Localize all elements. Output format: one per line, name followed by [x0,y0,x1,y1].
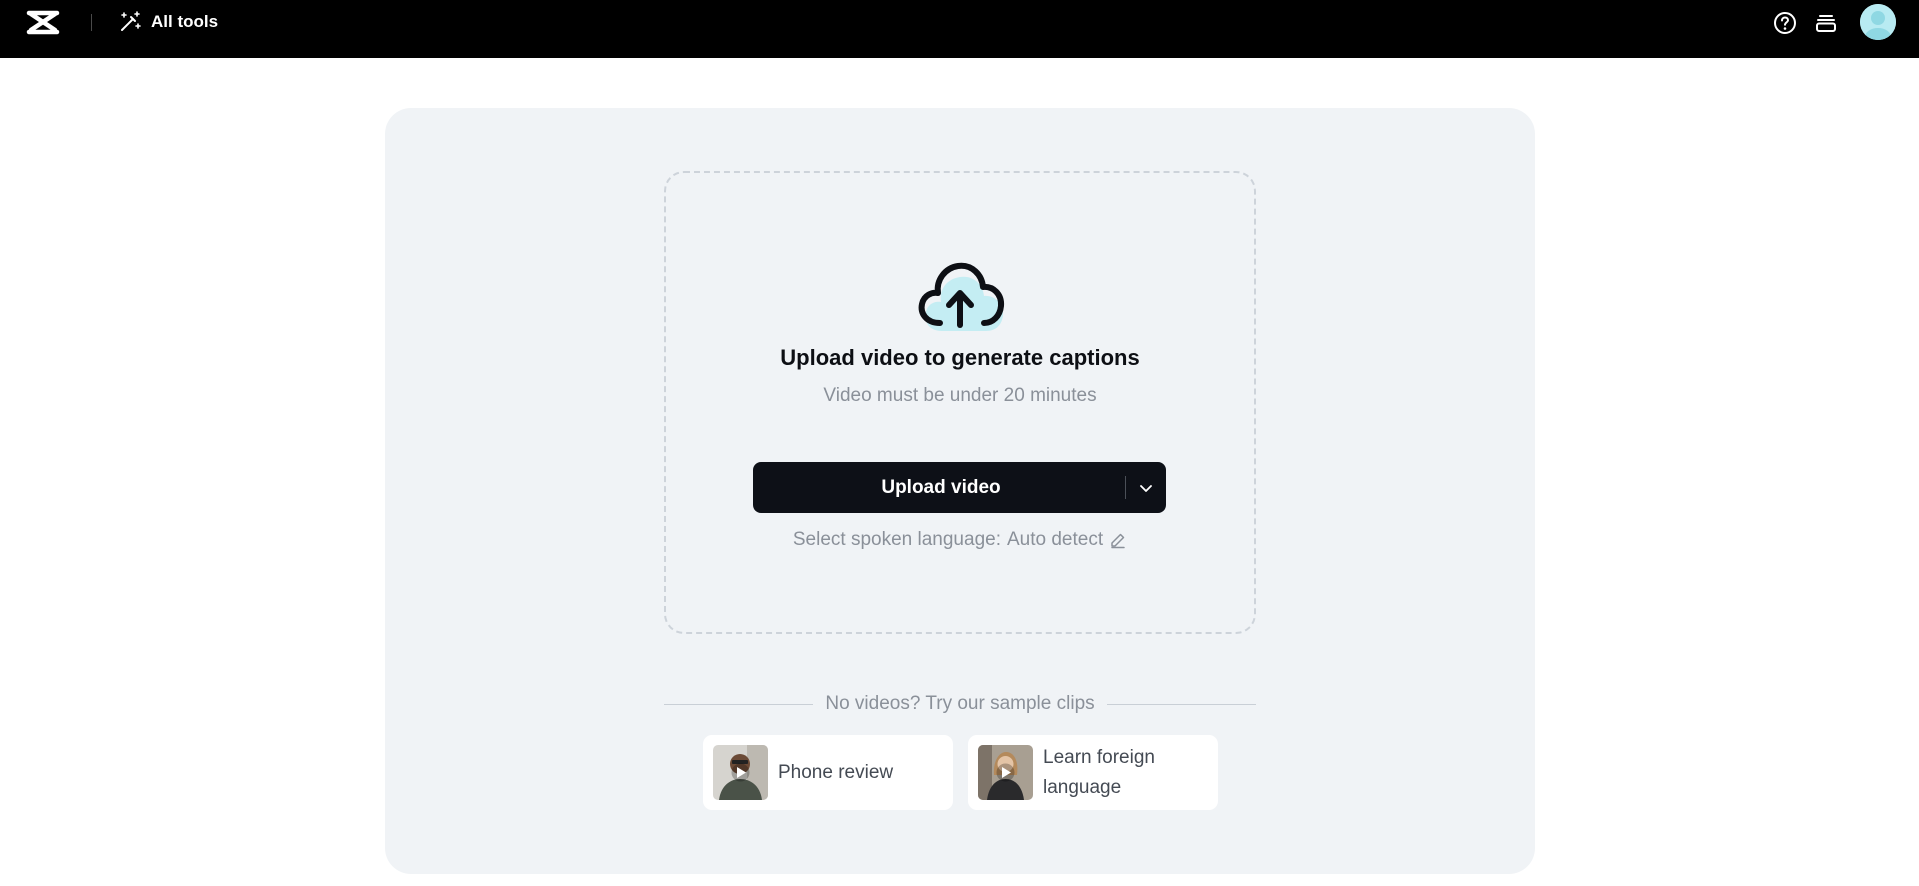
upload-video-button[interactable]: Upload video [753,462,1166,513]
help-circle-icon[interactable] [1772,10,1798,36]
spoken-language-selector[interactable]: Select spoken language: Auto detect [666,529,1254,551]
divider-line-right [1106,703,1256,705]
sample-thumbnail [713,745,768,800]
upload-video-label: Upload video [881,476,1001,498]
sample-thumbnail [978,745,1033,800]
chevron-down-icon [1138,480,1154,496]
language-value[interactable]: Auto detect [1007,529,1103,551]
all-tools-label: All tools [151,12,219,31]
sample-clips-heading: No videos? Try our sample clips [664,691,1256,717]
upload-options-dropdown[interactable] [1126,462,1166,513]
sample-clip-label: Phone review [778,761,894,783]
divider-line-left [664,703,814,705]
topbar-divider [91,14,92,31]
capcut-logo-icon[interactable] [26,9,60,36]
language-prefix: Select spoken language: [792,529,1001,550]
sample-clip-phone-review[interactable]: Phone review [703,735,953,810]
top-navigation-bar: All tools [0,0,1919,58]
magic-wand-icon [118,10,142,34]
cloud-upload-icon [914,255,1014,341]
all-tools-button[interactable]: All tools [118,9,218,35]
pencil-icon[interactable] [1109,531,1127,549]
sample-clip-learn-foreign-language[interactable]: Learn foreign language [968,735,1218,810]
upload-dropzone[interactable]: Upload video to generate captions Video … [664,171,1256,634]
layers-icon[interactable] [1813,10,1839,36]
main-panel: Upload video to generate captions Video … [385,108,1535,874]
upload-subtitle: Video must be under 20 minutes [823,385,1097,406]
sample-clips-text: No videos? Try our sample clips [825,693,1095,714]
user-avatar-icon[interactable] [1860,4,1896,40]
upload-title: Upload video to generate captions [780,345,1140,370]
sample-clip-label: Learn foreign language [1043,746,1155,798]
